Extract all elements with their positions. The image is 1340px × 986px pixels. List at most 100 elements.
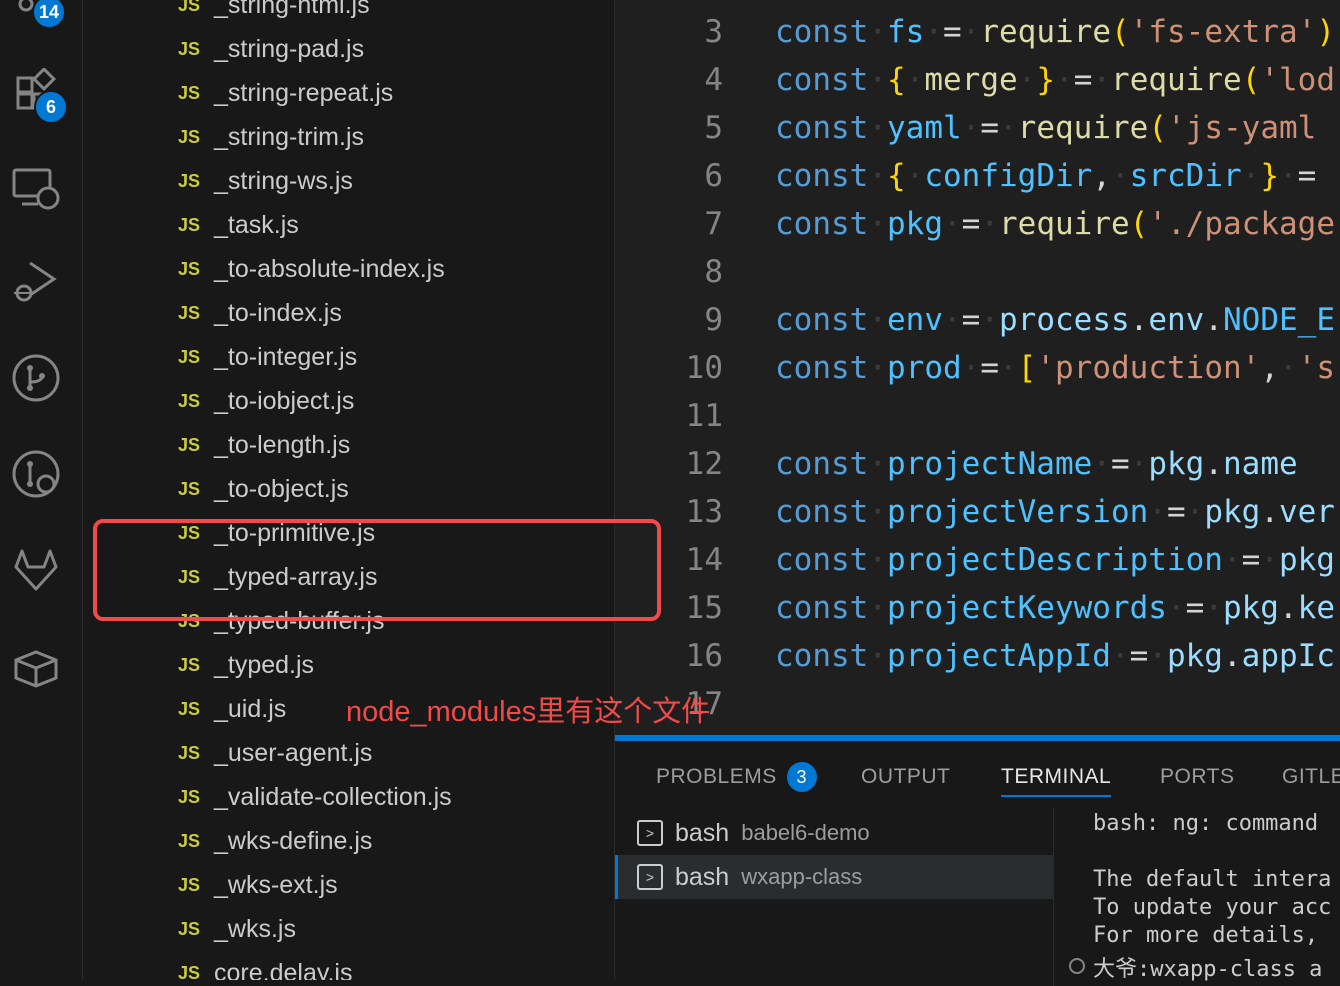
code-token: · <box>1148 638 1167 674</box>
terminal-output[interactable]: bash: ng: command The default intera To … <box>1055 807 1340 986</box>
code-token: · <box>905 62 925 98</box>
code-token: pkg <box>1278 542 1335 578</box>
git-graph-icon[interactable] <box>10 352 62 404</box>
code-token: · <box>980 206 1000 242</box>
code-token: yaml <box>887 110 962 146</box>
line-number: 7 <box>704 206 723 242</box>
code-token: · <box>943 302 962 338</box>
code-line: 3 const·fs·=·require('fs-extra') <box>615 8 1340 56</box>
file-name: _to-integer.js <box>214 342 358 371</box>
file-item[interactable]: JS _user-agent.js <box>178 731 372 775</box>
file-item[interactable]: JS _wks-define.js <box>178 819 372 863</box>
line-number: 16 <box>685 638 723 674</box>
problems-count-badge: 3 <box>786 762 817 792</box>
code-token: · <box>961 110 981 146</box>
code-token: . <box>1204 302 1224 338</box>
code-token: · <box>868 158 887 194</box>
code-token: require <box>980 14 1111 50</box>
line-number: 6 <box>704 158 723 194</box>
file-item[interactable]: JS _to-absolute-index.js <box>178 247 445 291</box>
code-text: const·yaml·=·require('js-yaml <box>775 110 1316 146</box>
code-token: projectKeywords <box>887 590 1167 626</box>
code-token: pkg <box>1222 590 1279 626</box>
line-number: 4 <box>704 62 723 98</box>
code-token: require <box>1017 110 1149 146</box>
js-file-icon: JS <box>178 830 201 851</box>
js-file-icon: JS <box>178 742 201 763</box>
git-history-icon[interactable] <box>10 448 62 500</box>
code-token: · <box>1185 494 1205 530</box>
code-token: · <box>868 590 887 626</box>
code-text: const·pkg·=·require('./package <box>775 206 1335 242</box>
source-control-icon[interactable]: 14 <box>10 0 66 42</box>
code-line: 6 const·{·configDir,·srcDir·}·= <box>615 152 1340 200</box>
code-token: = <box>1110 446 1130 482</box>
code-text: const·projectKeywords·=·pkg.ke <box>775 590 1335 626</box>
code-token: ( <box>1241 62 1261 98</box>
code-text: const·env·=·process.env.NODE_E <box>775 302 1335 338</box>
code-line: 8 <box>615 248 1340 296</box>
remote-explorer-icon[interactable] <box>10 162 62 214</box>
code-text: const·projectAppId·=·pkg.appIc <box>775 638 1335 674</box>
code-line: 11 <box>615 392 1340 440</box>
code-token: · <box>1260 542 1279 578</box>
file-item[interactable]: JS _wks-ext.js <box>178 863 338 907</box>
tab-label: OUTPUT <box>861 765 951 788</box>
file-item[interactable]: JS core.delay.js <box>178 951 353 981</box>
file-item[interactable]: JS _string-html.js <box>178 0 370 27</box>
code-token: · <box>980 302 1000 338</box>
terminal-desc: babel6-demo <box>741 820 870 845</box>
code-token: pkg <box>1148 446 1205 482</box>
code-token: const <box>775 62 869 98</box>
file-item[interactable]: JS _to-integer.js <box>178 335 357 379</box>
tab-ports[interactable]: PORTS <box>1160 759 1234 795</box>
code-token: · <box>1278 350 1298 386</box>
file-item[interactable]: JS _string-repeat.js <box>178 71 393 115</box>
code-token: · <box>999 350 1018 386</box>
code-editor[interactable]: 3 const·fs·=·require('fs-extra') 4 const·{·… <box>615 0 1340 735</box>
bottom-panel: PROBLEMS 3 OUTPUT TERMINAL PORTS GITLE >… <box>615 735 1340 986</box>
tab-gitlens[interactable]: GITLE <box>1282 759 1340 795</box>
file-item[interactable]: JS _to-iobject.js <box>178 379 354 423</box>
file-item[interactable]: JS _to-index.js <box>178 291 342 335</box>
file-item[interactable]: JS _to-object.js <box>178 467 349 511</box>
file-name: _to-object.js <box>214 474 349 503</box>
terminal-item-babel6-demo[interactable]: > bash babel6-demo <box>615 811 1053 855</box>
code-token: 'lod <box>1260 62 1336 98</box>
gitlab-icon[interactable] <box>10 545 62 597</box>
file-item[interactable]: JS _string-ws.js <box>178 159 353 203</box>
file-item[interactable]: JS _validate-collection.js <box>178 775 452 819</box>
tab-terminal[interactable]: TERMINAL <box>1001 759 1112 797</box>
file-name: _validate-collection.js <box>214 782 452 811</box>
code-line: 10 const·prod·=·['production',·'s <box>615 344 1340 392</box>
js-file-icon: JS <box>178 918 201 939</box>
file-item[interactable]: JS _typed.js <box>178 643 314 687</box>
code-token: · <box>1092 446 1111 482</box>
code-text: const·projectDescription·=·pkg <box>775 542 1335 578</box>
file-item[interactable]: JS _string-pad.js <box>178 27 364 71</box>
code-token: 'production' <box>1036 350 1261 386</box>
code-token: fs <box>887 14 925 50</box>
tab-output[interactable]: OUTPUT <box>861 759 950 795</box>
js-file-icon: JS <box>178 434 201 455</box>
code-token: · <box>1055 62 1074 98</box>
package-icon[interactable] <box>10 642 62 694</box>
run-debug-icon[interactable] <box>10 255 62 307</box>
tab-problems[interactable]: PROBLEMS 3 <box>656 759 817 795</box>
code-token: . <box>1278 590 1298 626</box>
file-item[interactable]: JS _wks.js <box>178 907 296 951</box>
code-token: · <box>1241 158 1261 194</box>
extensions-icon[interactable]: 6 <box>10 66 68 124</box>
code-token: projectAppId <box>887 638 1111 674</box>
code-token: · <box>1204 590 1223 626</box>
code-token: ver <box>1278 494 1335 530</box>
code-token: pkg <box>1204 494 1261 530</box>
file-item[interactable]: JS _string-trim.js <box>178 115 364 159</box>
file-item[interactable]: JS _uid.js <box>178 687 286 731</box>
file-item[interactable]: JS _task.js <box>178 203 299 247</box>
terminal-item-wxapp-class[interactable]: > bash wxapp-class <box>615 855 1053 899</box>
file-item[interactable]: JS _to-length.js <box>178 423 350 467</box>
code-token: { <box>887 62 906 98</box>
terminal-desc: wxapp-class <box>741 864 863 889</box>
file-name: _task.js <box>214 210 299 239</box>
